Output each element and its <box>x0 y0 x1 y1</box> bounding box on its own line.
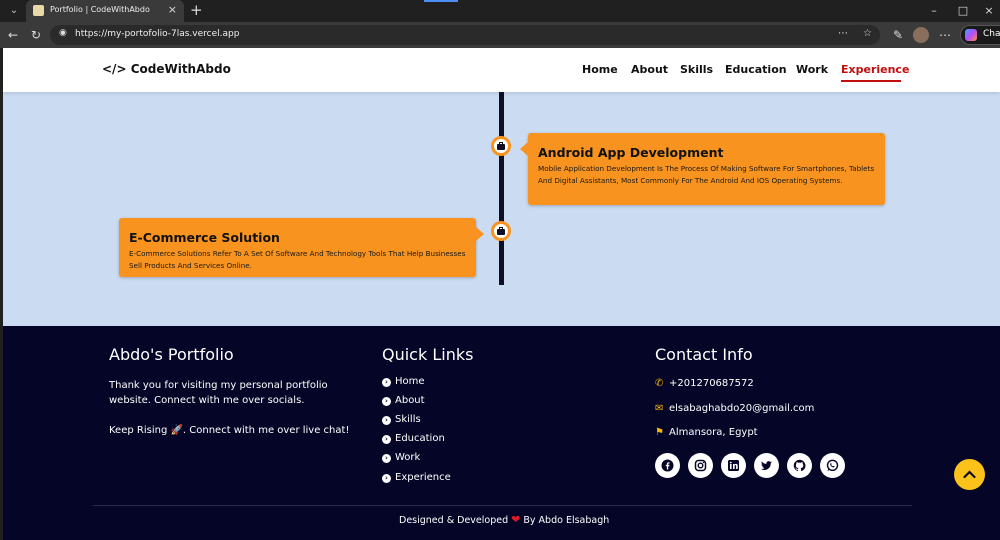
favicon-icon <box>33 5 44 16</box>
new-tab-icon[interactable]: + <box>190 1 203 19</box>
nav-active-underline <box>841 80 901 82</box>
whatsapp-icon[interactable] <box>820 453 845 478</box>
heart-icon: ❤ <box>511 513 521 526</box>
chevron-right-icon: › <box>382 397 391 406</box>
tab-title: Portfolio | CodeWithAbdo <box>50 5 150 14</box>
profile-avatar[interactable] <box>913 27 929 43</box>
web-page: </> CodeWithAbdo Home About Skills Educa… <box>3 48 1000 540</box>
timeline-card-ecommerce: E-Commerce Solution E-Commerce Solutions… <box>119 218 484 277</box>
nav-education[interactable]: Education <box>725 63 787 76</box>
footer-credit: Designed & Developed ❤ By Abdo Elsabagh <box>399 513 609 526</box>
chevron-up-icon <box>963 470 976 479</box>
footer-link-label: Skills <box>395 414 421 425</box>
tab-indicator <box>424 0 458 2</box>
address-bar-row: ← ↻ ◉ https://my-portofolio-7las.vercel.… <box>0 22 1000 48</box>
browser-tab[interactable]: Portfolio | CodeWithAbdo × <box>26 0 184 22</box>
card-description: Mobile Application Development Is The Pr… <box>538 164 875 185</box>
email-text: elsabaghabdo20@gmail.com <box>669 403 815 414</box>
footer-link-experience[interactable]: › Experience <box>382 472 451 483</box>
card-arrow <box>476 227 484 241</box>
card-title: E-Commerce Solution <box>129 230 280 245</box>
site-footer: Abdo's Portfolio Thank you for visiting … <box>3 326 1000 540</box>
footer-link-about[interactable]: › About <box>382 395 425 406</box>
instagram-icon[interactable] <box>688 453 713 478</box>
url-text: https://my-portofolio-7las.vercel.app <box>75 29 240 39</box>
credit-suffix: By Abdo Elsabagh <box>523 515 610 526</box>
close-window-icon[interactable]: × <box>979 3 999 19</box>
favorite-star-icon[interactable]: ☆ <box>863 28 872 39</box>
chevron-right-icon: › <box>382 454 391 463</box>
envelope-icon: ✉ <box>655 403 664 414</box>
nav-home[interactable]: Home <box>582 63 618 76</box>
minimize-icon[interactable]: – <box>924 3 944 19</box>
extensions-icon[interactable]: ✎ <box>890 27 906 43</box>
footer-link-label: About <box>395 395 425 406</box>
refresh-icon[interactable]: ↻ <box>28 27 44 43</box>
footer-link-label: Education <box>395 433 445 444</box>
more-page-icon[interactable]: ⋯ <box>838 28 848 39</box>
chevron-right-icon: › <box>382 378 391 387</box>
footer-link-label: Work <box>395 452 421 463</box>
github-icon[interactable] <box>787 453 812 478</box>
briefcase-icon <box>491 136 511 156</box>
nav-skills[interactable]: Skills <box>680 63 713 76</box>
footer-link-label: Home <box>395 376 425 387</box>
facebook-icon[interactable] <box>655 453 680 478</box>
maximize-icon[interactable]: □ <box>953 3 973 19</box>
footer-contact-title: Contact Info <box>655 345 753 364</box>
close-tab-icon[interactable]: × <box>168 3 177 16</box>
location-text: Almansora, Egypt <box>669 427 758 438</box>
logo-text: CodeWithAbdo <box>130 62 231 76</box>
twitter-icon[interactable] <box>754 453 779 478</box>
phone-text: +201270687572 <box>669 378 754 389</box>
site-logo[interactable]: </> CodeWithAbdo <box>102 62 231 76</box>
card-description: E-Commerce Solutions Refer To A Set Of S… <box>129 249 466 270</box>
nav-experience[interactable]: Experience <box>841 63 909 76</box>
copilot-icon <box>965 29 977 41</box>
nav-about[interactable]: About <box>631 63 668 76</box>
code-icon: </> <box>102 62 127 76</box>
chevron-right-icon: › <box>382 435 391 444</box>
timeline-line <box>499 92 504 285</box>
timeline-card-android: Android App Development Mobile Applicati… <box>520 133 885 205</box>
footer-about-title: Abdo's Portfolio <box>109 345 234 364</box>
footer-links-title: Quick Links <box>382 345 474 364</box>
footer-link-label: Experience <box>395 472 451 483</box>
footer-about-text-2: Keep Rising 🚀. Connect with me over live… <box>109 425 350 436</box>
phone-icon: ✆ <box>655 378 664 389</box>
tab-list-icon[interactable]: ⌄ <box>6 4 22 18</box>
back-icon[interactable]: ← <box>5 27 21 43</box>
scroll-to-top-button[interactable] <box>954 459 985 490</box>
chevron-right-icon: › <box>382 474 391 483</box>
site-navbar: </> CodeWithAbdo Home About Skills Educa… <box>3 48 1000 92</box>
nav-work[interactable]: Work <box>796 63 828 76</box>
contact-email[interactable]: ✉ elsabaghabdo20@gmail.com <box>655 403 814 414</box>
footer-link-skills[interactable]: › Skills <box>382 414 421 425</box>
briefcase-icon <box>491 221 511 241</box>
footer-about-text: Thank you for visiting my personal portf… <box>109 380 328 406</box>
copilot-label: Chat <box>983 29 1000 39</box>
chevron-right-icon: › <box>382 416 391 425</box>
site-info-icon[interactable]: ◉ <box>59 28 67 38</box>
footer-link-work[interactable]: › Work <box>382 452 420 463</box>
footer-link-education[interactable]: › Education <box>382 433 445 444</box>
card-arrow <box>520 142 528 156</box>
url-field[interactable]: ◉ https://my-portofolio-7las.vercel.app … <box>50 25 880 45</box>
contact-location: ⚑ Almansora, Egypt <box>655 427 758 438</box>
settings-menu-icon[interactable]: ⋯ <box>937 27 953 43</box>
contact-phone: ✆ +201270687572 <box>655 378 754 389</box>
footer-link-home[interactable]: › Home <box>382 376 425 387</box>
card-title: Android App Development <box>538 145 724 160</box>
browser-tab-bar: ⌄ Portfolio | CodeWithAbdo × + – □ × <box>0 0 1000 22</box>
linkedin-icon[interactable] <box>721 453 746 478</box>
credit-prefix: Designed & Developed <box>399 515 509 526</box>
map-pin-icon: ⚑ <box>655 427 664 438</box>
footer-divider <box>93 505 912 506</box>
copilot-button[interactable]: Chat <box>960 25 1000 45</box>
